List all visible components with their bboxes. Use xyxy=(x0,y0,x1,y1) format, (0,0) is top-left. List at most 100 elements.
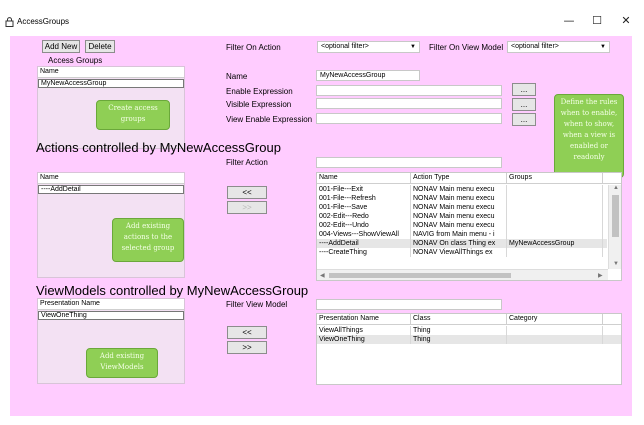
column-name[interactable]: Name xyxy=(317,173,411,184)
cell-action-type: NONAV Main menu execu xyxy=(411,194,507,203)
cell-class: Thing xyxy=(411,335,507,344)
table-row[interactable]: ----CreateThing NONAV ViewAllThings ex xyxy=(317,248,607,257)
chevron-down-icon: ▼ xyxy=(410,44,416,50)
enable-expression-input[interactable] xyxy=(316,85,502,96)
cell-groups xyxy=(507,212,603,221)
filter-viewmodel-value: <optional filter> xyxy=(511,43,559,50)
main-client-area: Add New Delete Access Groups Name MyNewA… xyxy=(10,36,632,416)
scroll-thumb[interactable] xyxy=(612,195,619,237)
actions-vertical-scrollbar[interactable]: ▲ ▼ xyxy=(608,185,621,269)
viewmodels-grid[interactable]: Presentation Name Class Category ViewAll… xyxy=(316,313,622,385)
visible-expression-input[interactable] xyxy=(316,98,502,109)
actions-grid-header: Name Action Type Groups xyxy=(317,173,621,184)
cell-presentation-name: ViewOneThing xyxy=(317,335,411,344)
cell-class: Thing xyxy=(411,326,507,335)
cell-name: 002-Edit---Redo xyxy=(317,212,411,221)
cell-name: 001-File---Refresh xyxy=(317,194,411,203)
filter-viewmodel-dropdown[interactable]: <optional filter> ▼ xyxy=(507,41,610,53)
group-actions-header[interactable]: Name xyxy=(38,173,184,184)
cell-groups xyxy=(507,230,603,239)
note-line: ViewModels xyxy=(100,363,144,371)
visible-expression-browse-button[interactable]: ... xyxy=(512,98,536,111)
scroll-up-icon[interactable]: ▲ xyxy=(613,185,619,191)
name-input[interactable]: MyNewAccessGroup xyxy=(316,70,420,81)
close-button[interactable]: ✕ xyxy=(614,13,638,29)
note-line: Add existing xyxy=(99,352,145,360)
table-row[interactable]: 001-File---Exit NONAV Main menu execu xyxy=(317,185,607,194)
add-new-button[interactable]: Add New xyxy=(42,40,80,53)
add-action-button[interactable]: << xyxy=(227,186,267,199)
add-viewmodel-button[interactable]: << xyxy=(227,326,267,339)
column-class[interactable]: Class xyxy=(411,314,507,325)
note-line: selected group xyxy=(121,244,175,252)
access-groups-label: Access Groups xyxy=(48,56,103,65)
create-groups-note: Create access groups xyxy=(96,100,170,130)
remove-action-button[interactable]: >> xyxy=(227,201,267,214)
list-item[interactable]: MyNewAccessGroup xyxy=(38,79,184,88)
list-item[interactable]: ViewOneThing xyxy=(38,311,184,320)
table-row[interactable]: 002-Edit---Undo NONAV Main menu execu xyxy=(317,221,607,230)
enable-expression-browse-button[interactable]: ... xyxy=(512,83,536,96)
table-row[interactable]: 004-Views---ShowViewAll NAVIG from Main … xyxy=(317,230,607,239)
table-row[interactable]: ----AddDetail NONAV On class Thing ex My… xyxy=(317,239,607,248)
filter-viewmodel-input[interactable] xyxy=(316,299,502,310)
list-item[interactable]: ----AddDetail xyxy=(38,185,184,194)
note-line: Create access xyxy=(108,104,158,112)
group-viewmodels-header[interactable]: Presentation Name xyxy=(38,299,184,310)
viewmodels-heading: ViewModels controlled by MyNewAccessGrou… xyxy=(36,283,309,298)
maximize-button[interactable]: ☐ xyxy=(585,13,609,29)
cell-action-type: NONAV Main menu execu xyxy=(411,212,507,221)
actions-heading: Actions controlled by MyNewAccessGroup xyxy=(36,140,281,155)
filter-action-input[interactable] xyxy=(316,157,502,168)
cell-groups: MyNewAccessGroup xyxy=(507,239,603,248)
cell-action-type: NONAV Main menu execu xyxy=(411,185,507,194)
window-title: AccessGroups xyxy=(17,17,70,26)
table-row[interactable]: ViewAllThings Thing xyxy=(317,326,621,335)
filter-on-viewmodel-label: Filter On View Model xyxy=(429,43,504,52)
filter-action-dropdown[interactable]: <optional filter> ▼ xyxy=(317,41,420,53)
scroll-left-icon[interactable]: ◀ xyxy=(320,272,325,279)
visible-expression-label: Visible Expression xyxy=(226,100,292,109)
column-groups[interactable]: Groups xyxy=(507,173,603,184)
cell-groups xyxy=(507,248,603,257)
view-enable-expression-label: View Enable Expression xyxy=(226,115,313,124)
cell-action-type: NONAV Main menu execu xyxy=(411,203,507,212)
table-row[interactable]: 001-File---Save NONAV Main menu execu xyxy=(317,203,607,212)
column-action-type[interactable]: Action Type xyxy=(411,173,507,184)
remove-viewmodel-button[interactable]: >> xyxy=(227,341,267,354)
actions-horizontal-scrollbar[interactable]: ◀ ▶ xyxy=(317,269,608,280)
delete-button[interactable]: Delete xyxy=(85,40,115,53)
cell-category xyxy=(507,335,603,344)
column-presentation-name[interactable]: Presentation Name xyxy=(317,314,411,325)
scroll-thumb[interactable] xyxy=(329,273,511,278)
note-line: Define the rules xyxy=(560,98,618,106)
actions-grid[interactable]: Name Action Type Groups 001-File---Exit … xyxy=(316,172,622,281)
note-line: when a view is xyxy=(562,131,616,139)
note-line: groups xyxy=(120,115,146,123)
scroll-down-icon[interactable]: ▼ xyxy=(613,261,619,267)
cell-name: ----CreateThing xyxy=(317,248,411,257)
column-category[interactable]: Category xyxy=(507,314,603,325)
viewmodels-grid-header: Presentation Name Class Category xyxy=(317,314,621,325)
lock-icon xyxy=(5,17,14,27)
table-row[interactable]: 002-Edit---Redo NONAV Main menu execu xyxy=(317,212,607,221)
cell-action-type: NONAV On class Thing ex xyxy=(411,239,507,248)
cell-name: 002-Edit---Undo xyxy=(317,221,411,230)
minimize-button[interactable]: — xyxy=(557,13,581,29)
table-row[interactable]: ViewOneThing Thing xyxy=(317,335,621,344)
cell-category xyxy=(507,326,603,335)
cell-name: ----AddDetail xyxy=(317,239,411,248)
cell-name: 001-File---Save xyxy=(317,203,411,212)
view-enable-expression-browse-button[interactable]: ... xyxy=(512,113,536,126)
note-line: when to show, xyxy=(563,120,615,128)
filter-action-value: <optional filter> xyxy=(321,43,369,50)
filter-action-label: Filter Action xyxy=(226,158,268,167)
view-enable-expression-input[interactable] xyxy=(316,113,502,124)
cell-name: 001-File---Exit xyxy=(317,185,411,194)
access-groups-header[interactable]: Name xyxy=(38,67,184,78)
cell-presentation-name: ViewAllThings xyxy=(317,326,411,335)
table-row[interactable]: 001-File---Refresh NONAV Main menu execu xyxy=(317,194,607,203)
chevron-down-icon: ▼ xyxy=(600,44,606,50)
scroll-right-icon[interactable]: ▶ xyxy=(598,272,603,279)
cell-groups xyxy=(507,185,603,194)
